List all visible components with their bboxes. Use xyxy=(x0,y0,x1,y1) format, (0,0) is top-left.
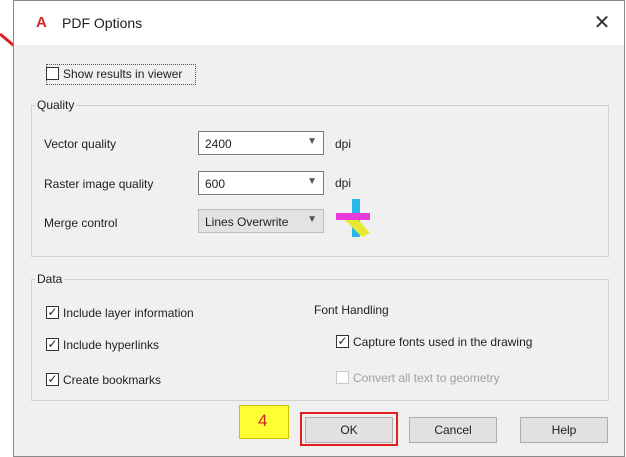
font-handling-heading: Font Handling xyxy=(314,303,389,317)
merge-control-label: Merge control xyxy=(44,216,118,230)
chevron-down-icon: ▼ xyxy=(307,136,317,147)
create-bookmarks-label[interactable]: Create bookmarks xyxy=(63,373,161,387)
vector-quality-unit: dpi xyxy=(335,137,352,151)
quality-legend: Quality xyxy=(35,98,77,112)
convert-text-checkbox[interactable] xyxy=(336,371,349,384)
vector-quality-value: 2400 xyxy=(205,137,232,151)
merge-control-select[interactable]: Lines Overwrite ▼ xyxy=(198,209,324,233)
raster-quality-label: Raster image quality xyxy=(44,177,154,191)
include-layer-label[interactable]: Include layer information xyxy=(63,306,194,320)
ok-button[interactable]: OK xyxy=(305,417,393,443)
help-button[interactable]: Help xyxy=(520,417,608,443)
show-results-checkbox[interactable] xyxy=(46,67,59,80)
include-hyperlinks-label[interactable]: Include hyperlinks xyxy=(63,338,159,352)
include-layer-checkbox[interactable]: ✓ xyxy=(46,306,59,319)
dialog-title: PDF Options xyxy=(62,15,143,31)
vector-quality-label: Vector quality xyxy=(44,137,117,151)
convert-text-label: Convert all text to geometry xyxy=(353,371,500,385)
pdf-options-dialog: A PDF Options ✕ Show results in viewer Q… xyxy=(13,0,625,457)
capture-fonts-label[interactable]: Capture fonts used in the drawing xyxy=(353,335,532,349)
step-badge: 4 xyxy=(239,405,289,439)
merge-control-value: Lines Overwrite xyxy=(205,215,289,229)
chevron-down-icon: ▼ xyxy=(307,214,317,225)
raster-quality-select[interactable]: 600 ▼ xyxy=(198,171,324,195)
include-hyperlinks-checkbox[interactable]: ✓ xyxy=(46,338,59,351)
step-number: 4 xyxy=(258,411,268,430)
cancel-button[interactable]: Cancel xyxy=(409,417,497,443)
autocad-a-icon: A xyxy=(36,14,47,31)
data-legend: Data xyxy=(35,272,65,286)
create-bookmarks-checkbox[interactable]: ✓ xyxy=(46,373,59,386)
chevron-down-icon: ▼ xyxy=(307,176,317,187)
raster-quality-unit: dpi xyxy=(335,176,352,190)
close-icon[interactable]: ✕ xyxy=(590,11,614,35)
vector-quality-select[interactable]: 2400 ▼ xyxy=(198,131,324,155)
show-results-label[interactable]: Show results in viewer xyxy=(63,67,182,81)
merge-lines-preview-icon xyxy=(336,199,370,237)
capture-fonts-checkbox[interactable]: ✓ xyxy=(336,335,349,348)
raster-quality-value: 600 xyxy=(205,177,226,191)
title-bar: A PDF Options ✕ xyxy=(14,1,624,45)
